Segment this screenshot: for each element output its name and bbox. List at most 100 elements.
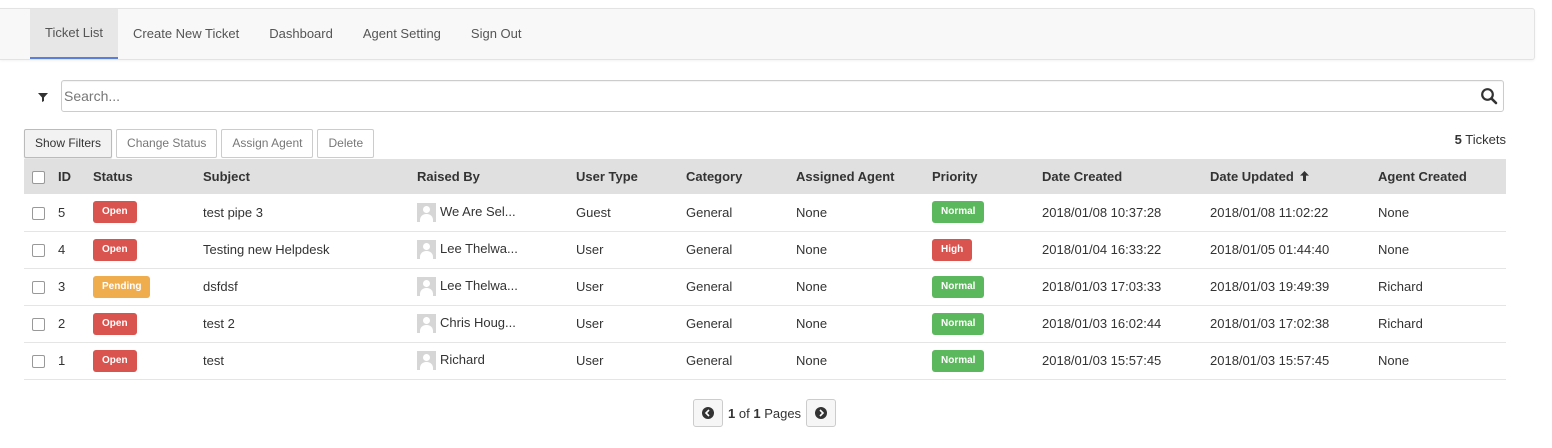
agent-created: None <box>1378 353 1410 368</box>
table-row[interactable]: 3 Pending dsfdsf Lee Thelwa... User General No… <box>24 268 1506 305</box>
agent-created: Richard <box>1378 316 1423 331</box>
status-cell: Open <box>93 194 203 231</box>
ticket-subject[interactable]: Testing new Helpdesk <box>203 231 417 268</box>
user-type: User <box>576 242 604 257</box>
tab-agent-setting[interactable]: Agent Setting <box>348 9 456 59</box>
priority-badge: High <box>932 238 973 261</box>
status-cell: Open <box>93 342 203 379</box>
ticket-subject[interactable]: test <box>203 342 417 379</box>
table-row[interactable]: 1 Open test Richard User General None Normal 201… <box>24 342 1506 379</box>
category: General <box>686 279 733 294</box>
filter-icon[interactable] <box>36 90 50 104</box>
tab-sign-out[interactable]: Sign Out <box>456 9 537 59</box>
assign-agent-button[interactable]: Assign Agent <box>221 129 314 158</box>
date-updated: 2018/01/03 19:49:39 <box>1210 279 1330 294</box>
nav-tabs: Ticket List Create New Ticket Dashboard … <box>30 9 537 59</box>
raised-by-cell: Richard <box>417 342 576 379</box>
ticket-subject[interactable]: dsfdsf <box>203 268 417 305</box>
top-navbar: Ticket List Create New Ticket Dashboard … <box>0 8 1535 60</box>
priority-badge: Normal <box>932 275 985 298</box>
status-cell: Pending <box>93 268 203 305</box>
change-status-button[interactable]: Change Status <box>116 129 218 158</box>
priority-badge: Normal <box>932 201 985 224</box>
raised-by-cell: Chris Houg... <box>417 305 576 342</box>
priority-badge: Normal <box>932 312 985 335</box>
table-row[interactable]: 4 Open Testing new Helpdesk Lee Thelwa... Us… <box>24 231 1506 268</box>
ticket-subject[interactable]: test pipe 3 <box>203 194 417 231</box>
select-all-checkbox[interactable] <box>32 171 45 185</box>
ticket-id: 1 <box>58 353 66 368</box>
column-header-date-created[interactable]: Date Created <box>1042 159 1210 194</box>
column-header-user-type[interactable]: User Type <box>576 159 686 194</box>
column-header-date-updated-label: Date Updated <box>1210 169 1294 184</box>
raised-by-cell: We Are Sel... <box>417 194 576 231</box>
user-avatar-icon <box>417 240 436 259</box>
page-indicator: 1 of 1 Pages <box>723 406 806 421</box>
priority-cell: Normal <box>932 194 1042 231</box>
table-row[interactable]: 2 Open test 2 Chris Houg... User General None N… <box>24 305 1506 342</box>
raised-by-name: Lee Thelwa... <box>440 240 518 256</box>
date-updated: 2018/01/03 15:57:45 <box>1210 353 1330 368</box>
category: General <box>686 204 733 220</box>
column-header-subject[interactable]: Subject <box>203 159 417 194</box>
date-created: 2018/01/04 16:33:22 <box>1042 242 1162 257</box>
table-row[interactable]: 5 Open test pipe 3 We Are Sel... Guest Genera… <box>24 194 1506 231</box>
tab-ticket-list[interactable]: Ticket List <box>30 9 119 59</box>
priority-cell: Normal <box>932 342 1042 379</box>
raised-by-cell: Lee Thelwa... <box>417 231 576 268</box>
column-header-assigned-agent[interactable]: Assigned Agent <box>796 159 932 194</box>
tab-create-new-ticket[interactable]: Create New Ticket <box>118 9 254 59</box>
assigned-agent: None <box>796 316 828 331</box>
search-input[interactable] <box>61 80 1504 112</box>
search-bar <box>36 80 1506 114</box>
current-page: 1 <box>728 405 736 421</box>
chevron-right-circle-icon <box>815 407 828 419</box>
user-avatar-icon <box>417 314 436 333</box>
date-created: 2018/01/08 10:37:28 <box>1042 204 1162 220</box>
assigned-agent: None <box>796 279 828 294</box>
tab-dashboard[interactable]: Dashboard <box>254 9 348 59</box>
ticket-subject[interactable]: test 2 <box>203 305 417 342</box>
column-header-date-updated[interactable]: Date Updated <box>1210 159 1378 194</box>
row-select-cell <box>24 194 58 231</box>
column-header-category[interactable]: Category <box>686 159 796 194</box>
ticket-id: 5 <box>58 204 66 220</box>
search-icon[interactable] <box>1480 87 1498 105</box>
agent-created: None <box>1378 204 1410 220</box>
row-checkbox[interactable] <box>32 318 45 332</box>
pages-label: Pages <box>764 405 802 421</box>
user-type: User <box>576 353 604 368</box>
raised-by-name: Lee Thelwa... <box>440 277 518 293</box>
ticket-id: 3 <box>58 279 66 294</box>
column-header-priority[interactable]: Priority <box>932 159 1042 194</box>
arrow-up-icon <box>1300 171 1310 181</box>
agent-created: Richard <box>1378 279 1423 294</box>
column-header-id[interactable]: ID <box>58 159 93 194</box>
next-page-button[interactable] <box>806 399 837 427</box>
priority-badge: Normal <box>932 349 985 372</box>
prev-page-button[interactable] <box>693 399 723 427</box>
raised-by-name: Chris Houg... <box>440 314 516 330</box>
column-header-raised-by[interactable]: Raised By <box>417 159 576 194</box>
show-filters-button[interactable]: Show Filters <box>24 129 113 158</box>
category: General <box>686 316 733 331</box>
user-avatar-icon <box>417 202 436 222</box>
page-of: of <box>738 405 750 421</box>
raised-by-cell: Lee Thelwa... <box>417 268 576 305</box>
delete-button[interactable]: Delete <box>317 129 375 158</box>
row-checkbox[interactable] <box>32 206 45 220</box>
row-select-cell <box>24 305 58 342</box>
status-badge: Open <box>93 201 137 224</box>
action-buttons: Show Filters Change Status Assign Agent … <box>24 129 378 158</box>
column-header-status[interactable]: Status <box>93 159 203 194</box>
table-header-row: ID Status Subject Raised By User Type Ca… <box>24 159 1506 194</box>
row-checkbox[interactable] <box>32 355 45 369</box>
ticket-table: ID Status Subject Raised By User Type Ca… <box>24 159 1506 380</box>
date-updated: 2018/01/03 17:02:38 <box>1210 316 1330 331</box>
date-updated: 2018/01/08 11:02:22 <box>1210 204 1329 220</box>
column-header-agent-created[interactable]: Agent Created <box>1378 159 1506 194</box>
chevron-left-circle-icon <box>702 407 714 419</box>
status-badge: Open <box>93 238 137 261</box>
row-checkbox[interactable] <box>32 281 45 295</box>
row-checkbox[interactable] <box>32 244 45 258</box>
